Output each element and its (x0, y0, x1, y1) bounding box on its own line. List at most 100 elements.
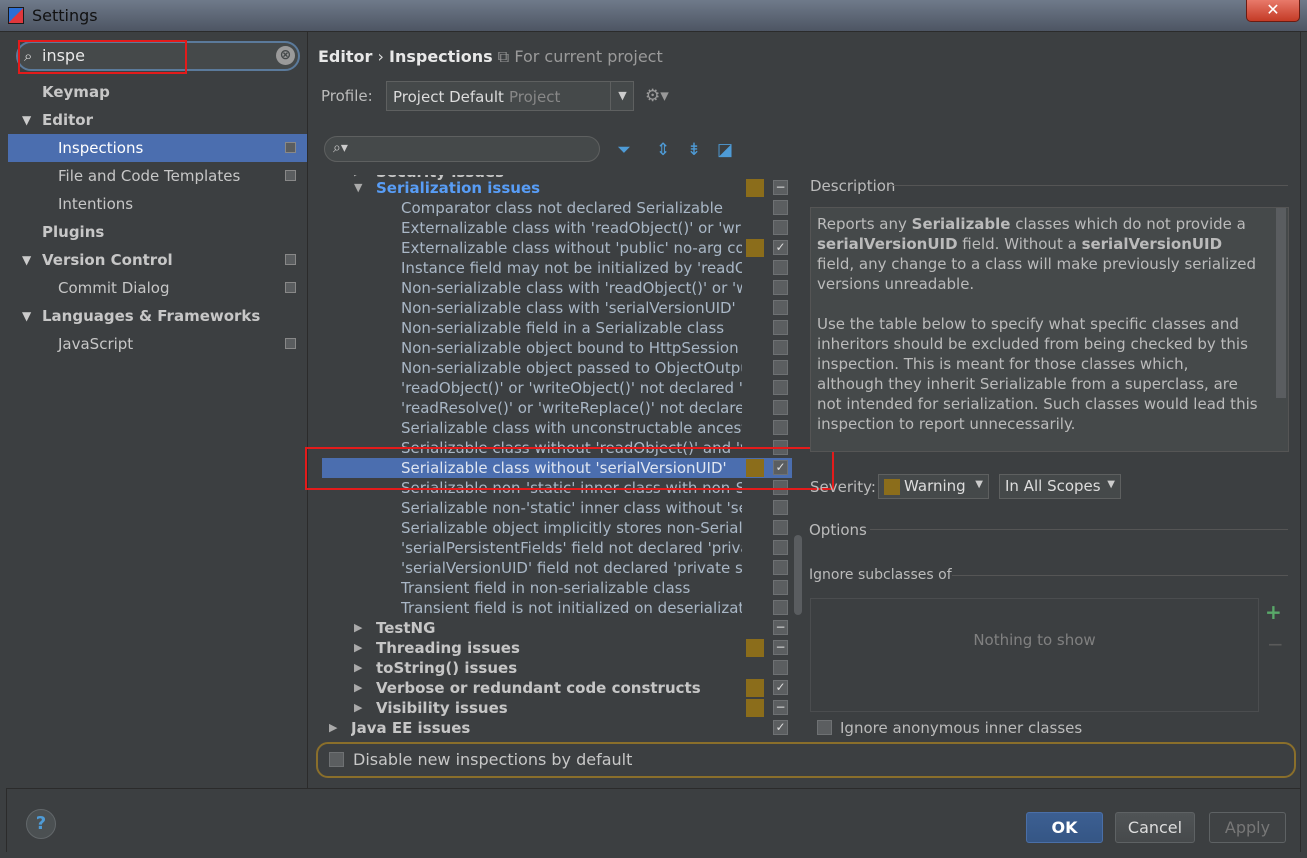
inspection-enabled-checkbox[interactable]: ✓ (773, 240, 788, 255)
inspection-row[interactable]: 'readObject()' or 'writeObject()' not de… (322, 378, 792, 398)
inspection-row[interactable]: Externalizable class without 'public' no… (322, 238, 792, 258)
inspection-row[interactable]: 'serialPersistentFields' field not decla… (322, 538, 792, 558)
inspection-row[interactable]: Serializable non-'static' inner class wi… (322, 478, 792, 498)
inspection-row[interactable]: Externalizable class with 'readObject()'… (322, 218, 792, 238)
tree-scrollbar[interactable] (794, 535, 802, 615)
inspection-row[interactable]: Non-serializable object bound to HttpSes… (322, 338, 792, 358)
remove-icon[interactable]: − (1267, 632, 1284, 656)
inspection-enabled-checkbox[interactable]: ✓ (773, 680, 788, 695)
inspection-enabled-checkbox[interactable] (773, 600, 788, 615)
inspection-row[interactable]: Serializable class without 'readObject()… (322, 438, 792, 458)
sidebar-item-commit-dialog[interactable]: Commit Dialog (8, 274, 307, 302)
inspection-enabled-checkbox[interactable] (773, 480, 788, 495)
window-close-button[interactable]: ✕ (1246, 0, 1300, 22)
expand-arrow-icon[interactable]: ▶ (354, 618, 362, 638)
inspection-enabled-checkbox[interactable] (773, 300, 788, 315)
inspection-group-row[interactable]: ▶ Visibility issues − (322, 698, 792, 718)
help-button[interactable]: ? (26, 809, 56, 839)
inspection-row[interactable]: Transient field is not initialized on de… (322, 598, 792, 618)
inspection-enabled-checkbox[interactable]: − (773, 700, 788, 715)
clear-search-icon[interactable]: ⊗ (276, 46, 295, 65)
reset-eraser-icon[interactable]: ◪ (714, 139, 736, 161)
inspection-row[interactable]: Serializable non-'static' inner class wi… (322, 498, 792, 518)
severity-select[interactable]: Warning ▼ (878, 474, 989, 499)
inspection-enabled-checkbox[interactable] (773, 440, 788, 455)
inspection-enabled-checkbox[interactable] (773, 220, 788, 235)
collapse-all-icon[interactable]: ⇟ (683, 139, 705, 161)
collapse-arrow-icon[interactable]: ▼ (354, 178, 362, 198)
expand-arrow-icon[interactable]: ▼ (22, 246, 31, 274)
inspection-row[interactable]: Serializable class with unconstructable … (322, 418, 792, 438)
sidebar-item-editor[interactable]: ▼ Editor (8, 106, 307, 134)
inspection-row[interactable]: Transient field in non-serializable clas… (322, 578, 792, 598)
inspection-row[interactable]: Non-serializable class with 'serialVersi… (322, 298, 792, 318)
inspection-enabled-checkbox[interactable] (773, 340, 788, 355)
apply-button[interactable]: Apply (1209, 812, 1286, 843)
expand-arrow-icon[interactable]: ▼ (22, 106, 31, 134)
inspection-enabled-checkbox[interactable] (773, 660, 788, 675)
gear-icon[interactable]: ⚙▾ (645, 86, 669, 106)
inspection-enabled-checkbox[interactable] (773, 200, 788, 215)
inspection-row[interactable]: Serializable class without 'serialVersio… (322, 458, 792, 478)
inspection-group-row[interactable]: ▼ Serialization issues − (322, 178, 792, 198)
inspection-enabled-checkbox[interactable]: − (773, 180, 788, 195)
inspection-enabled-checkbox[interactable] (773, 360, 788, 375)
inspection-row[interactable]: Serializable object implicitly stores no… (322, 518, 792, 538)
sidebar-item-version-control[interactable]: ▼ Version Control (8, 246, 307, 274)
inspection-row[interactable]: Non-serializable class with 'readObject(… (322, 278, 792, 298)
inspection-enabled-checkbox[interactable] (773, 500, 788, 515)
inspection-search-input[interactable]: ⌕▾ (324, 136, 600, 162)
inspection-enabled-checkbox[interactable] (773, 420, 788, 435)
inspection-row[interactable]: Comparator class not declared Serializab… (322, 198, 792, 218)
inspection-row[interactable]: Instance field may not be initialized by… (322, 258, 792, 278)
inspection-enabled-checkbox[interactable] (773, 560, 788, 575)
add-icon[interactable]: + (1265, 600, 1282, 624)
description-scrollbar[interactable] (1276, 208, 1286, 398)
profile-select[interactable]: Project Default Project ▼ (386, 81, 634, 111)
inspection-group-row[interactable]: ▶ Threading issues − (322, 638, 792, 658)
sidebar-item-languages-frameworks[interactable]: ▼ Languages & Frameworks (8, 302, 307, 330)
expand-all-icon[interactable]: ⇕ (652, 139, 674, 161)
expand-arrow-icon[interactable]: ▶ (354, 638, 362, 658)
inspection-group-row[interactable]: ▶ TestNG − (322, 618, 792, 638)
inspection-enabled-checkbox[interactable] (773, 260, 788, 275)
search-input-value[interactable]: inspe (42, 46, 85, 65)
expand-arrow-icon[interactable]: ▼ (22, 302, 31, 330)
inspection-enabled-checkbox[interactable] (773, 580, 788, 595)
expand-arrow-icon[interactable]: ▶ (354, 678, 362, 698)
inspection-row[interactable]: 'serialVersionUID' field not declared 'p… (322, 558, 792, 578)
ok-button[interactable]: OK (1026, 812, 1103, 843)
inspection-row[interactable]: Non-serializable field in a Serializable… (322, 318, 792, 338)
sidebar-item-javascript[interactable]: JavaScript (8, 330, 307, 358)
inspection-enabled-checkbox[interactable]: − (773, 640, 788, 655)
disable-new-inspections-checkbox[interactable] (329, 752, 344, 767)
inspection-row[interactable]: 'readResolve()' or 'writeReplace()' not … (322, 398, 792, 418)
sidebar-item-intentions[interactable]: Intentions (8, 190, 307, 218)
sidebar-item-keymap[interactable]: Keymap (8, 78, 307, 106)
inspection-enabled-checkbox[interactable]: − (773, 620, 788, 635)
expand-arrow-icon[interactable]: ▶ (354, 658, 362, 678)
expand-arrow-icon[interactable]: ▶ (354, 698, 362, 718)
inspection-enabled-checkbox[interactable]: ✓ (773, 460, 788, 475)
inspection-group-row[interactable]: ▶ toString() issues (322, 658, 792, 678)
filter-icon[interactable]: ⏷ (613, 139, 635, 161)
inspection-enabled-checkbox[interactable]: ✓ (773, 720, 788, 735)
scope-select[interactable]: In All Scopes ▼ (999, 474, 1121, 499)
ignore-subclasses-list[interactable]: Nothing to show (810, 598, 1259, 712)
inspection-enabled-checkbox[interactable] (773, 540, 788, 555)
inspection-enabled-checkbox[interactable] (773, 400, 788, 415)
inspection-group-row[interactable]: ▶ Verbose or redundant code constructs ✓ (322, 678, 792, 698)
inspection-enabled-checkbox[interactable] (773, 320, 788, 335)
inspection-row[interactable]: Non-serializable object passed to Object… (322, 358, 792, 378)
inspection-enabled-checkbox[interactable] (773, 380, 788, 395)
inspection-enabled-checkbox[interactable] (773, 520, 788, 535)
ignore-anonymous-checkbox[interactable] (817, 720, 832, 735)
cancel-button[interactable]: Cancel (1115, 812, 1195, 843)
inspection-group-row[interactable]: ▶ Java EE issues ✓ (322, 718, 792, 738)
sidebar-item-inspections[interactable]: Inspections (8, 134, 307, 162)
disable-new-inspections-label[interactable]: Disable new inspections by default (353, 750, 632, 769)
expand-arrow-icon[interactable]: ▶ (329, 718, 337, 738)
sidebar-item-file-and-code-templates[interactable]: File and Code Templates (8, 162, 307, 190)
chevron-down-icon[interactable]: ▼ (610, 82, 634, 110)
sidebar-item-plugins[interactable]: Plugins (8, 218, 307, 246)
